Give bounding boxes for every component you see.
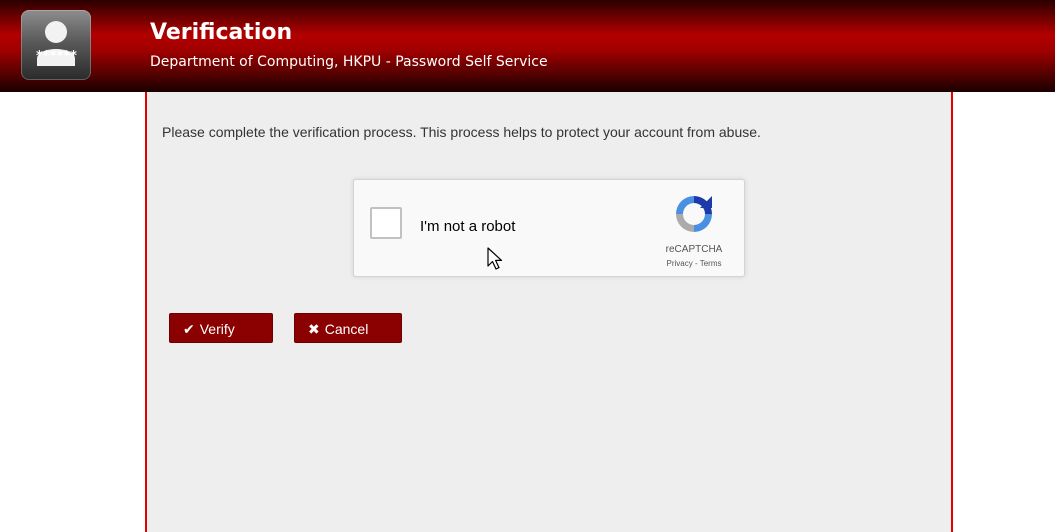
user-password-icon: ******	[21, 10, 91, 80]
person-silhouette-icon	[37, 21, 75, 66]
verify-button-label: Verify	[199, 321, 235, 337]
privacy-link[interactable]: Privacy	[667, 259, 693, 268]
verification-message: Please complete the verification process…	[162, 124, 761, 140]
links-separator: -	[692, 259, 700, 268]
recaptcha-widget: I'm not a robot reCAPTCHA Privacy - Term…	[353, 179, 745, 277]
mouse-pointer-icon	[487, 247, 505, 276]
cancel-button-label: Cancel	[324, 321, 369, 337]
terms-link[interactable]: Terms	[700, 259, 722, 268]
recaptcha-links: Privacy - Terms	[650, 259, 738, 269]
page-subtitle: Department of Computing, HKPU - Password…	[150, 54, 548, 70]
logo-password-text: ******	[35, 49, 78, 64]
verify-button[interactable]: ✔ Verify	[169, 313, 273, 343]
recaptcha-brand: reCAPTCHA	[665, 244, 723, 255]
recaptcha-checkbox[interactable]	[370, 207, 402, 239]
recaptcha-logo-icon	[672, 192, 716, 241]
recaptcha-checkbox-label[interactable]: I'm not a robot	[420, 218, 515, 236]
header-bar: ****** Verification Department of Comput…	[0, 0, 1055, 92]
main-panel: Please complete the verification process…	[145, 92, 953, 532]
page-title: Verification	[150, 20, 293, 45]
check-icon: ✔	[183, 321, 195, 337]
cancel-button[interactable]: ✖ Cancel	[294, 313, 402, 343]
times-icon: ✖	[308, 321, 320, 337]
